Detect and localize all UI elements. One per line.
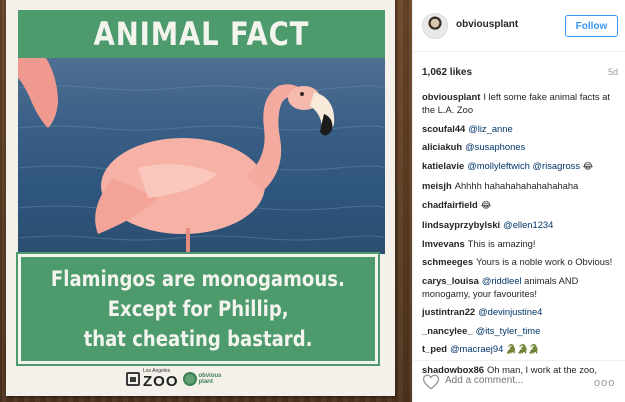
comment-mention[interactable]: @susaphones	[465, 141, 525, 152]
comment-item: lmvevans This is amazing!	[422, 237, 620, 250]
add-comment-input[interactable]	[445, 375, 585, 386]
comment-mention[interactable]: @its_tyler_time	[476, 325, 541, 336]
comment-item: justintran22 @devinjustine4	[422, 305, 620, 318]
plant-icon	[182, 372, 197, 386]
comment-user[interactable]: t_ped	[422, 343, 447, 354]
comment-item: chadfairfield 😂	[422, 198, 620, 213]
comment-item: obviousplant I left some fake animal fact…	[422, 90, 620, 116]
comment-mention[interactable]: @macraej94	[450, 343, 503, 354]
comment-text: This is amazing!	[467, 237, 536, 249]
zoo-logo-text: ZOO	[143, 373, 179, 390]
heart-icon[interactable]	[422, 373, 440, 391]
post-header: obviousplant Follow	[413, 0, 625, 52]
comment-item: t_ped @macraej94 🐊🐊🐊	[422, 342, 620, 357]
comment-user[interactable]: lmvevans	[422, 238, 465, 249]
post-age[interactable]: 5d	[608, 67, 618, 77]
sign-header: ANIMAL FACT	[18, 10, 385, 58]
obvious-plant-logo: obvious plant	[182, 372, 222, 386]
comment-user[interactable]: aliciakuh	[422, 141, 462, 152]
animal-fact-sign: ANIMAL FACT Flamingos are monogamous. Ex…	[6, 0, 395, 396]
comment-item: lindsayprzybylski @ellen1234	[422, 218, 620, 231]
comment-user[interactable]: lindsayprzybylski	[422, 219, 500, 230]
op-logo-line-2: plant	[198, 379, 213, 385]
fact-line-1: Flamingos are monogamous.	[51, 267, 345, 291]
likes-count[interactable]: 1,062 likes	[422, 67, 472, 78]
comment-mention[interactable]: @liz_anne	[468, 123, 512, 134]
comment-user[interactable]: katielavie	[422, 160, 464, 171]
la-zoo-logo: Los Angeles ZOO	[126, 368, 179, 390]
comment-user[interactable]: schmeeges	[422, 256, 473, 267]
comment-user[interactable]: carys_louisa	[422, 275, 479, 286]
fact-line-3: that cheating bastard.	[83, 327, 313, 351]
comment-mention[interactable]: @ellen1234	[503, 219, 553, 230]
laughing-emoji-icon: 😂	[480, 200, 492, 211]
comment-user[interactable]: _nancylee_	[422, 325, 473, 336]
post-panel: obviousplant Follow 1,062 likes 5d obvio…	[412, 0, 625, 402]
avatar[interactable]	[422, 13, 448, 39]
comment-user[interactable]: scoufal44	[422, 123, 465, 134]
comment-item: katielavie @mollyleftwich @risagross 😂	[422, 159, 620, 174]
comment-item: scoufal44 @liz_anne	[422, 122, 620, 135]
flamingo-illustration	[18, 58, 385, 254]
comment-mention[interactable]: @devinjustine4	[478, 306, 542, 317]
add-comment-bar: ooo	[413, 360, 625, 402]
post-username[interactable]: obviousplant	[456, 19, 518, 30]
comment-user[interactable]: chadfairfield	[422, 199, 478, 210]
comment-list: obviousplant I left some fake animal fact…	[422, 90, 620, 381]
comment-item: carys_louisa @riddleel animals AND monoga…	[422, 274, 620, 300]
sign-logos: Los Angeles ZOO obvious plant	[126, 366, 256, 392]
comment-text: Ahhhh hahahahahahahahaha	[454, 180, 579, 191]
comment-item: _nancylee_ @its_tyler_time	[422, 324, 620, 337]
flamingo-scene	[18, 58, 385, 254]
comment-user[interactable]: meisjh	[422, 180, 452, 191]
comment-item: meisjh Ahhhh hahahahahahahahaha	[422, 179, 620, 192]
fact-text-box: Flamingos are monogamous. Except for Phi…	[16, 252, 380, 366]
laughing-emoji-icon: 😂	[582, 161, 594, 172]
fact-line-2: Except for Phillip,	[107, 297, 289, 321]
comment-text: Yours is a noble work o Obvious!	[476, 256, 613, 267]
comment-user[interactable]: justintran22	[422, 306, 475, 317]
post-photo[interactable]: ANIMAL FACT Flamingos are monogamous. Ex…	[0, 0, 412, 402]
comment-mention[interactable]: @riddleel	[482, 275, 522, 286]
comment-item: schmeeges Yours is a noble work o Obvious…	[422, 255, 620, 268]
comment-item: aliciakuh @susaphones	[422, 140, 620, 153]
post-meta: 1,062 likes 5d	[422, 65, 618, 79]
follow-button[interactable]: Follow	[565, 15, 618, 37]
more-options-icon[interactable]: ooo	[594, 377, 615, 389]
comment-user[interactable]: obviousplant	[422, 91, 480, 102]
crocodile-emoji-icon: 🐊🐊🐊	[505, 345, 540, 355]
comment-mention[interactable]: @mollyleftwich @risagross	[467, 160, 580, 171]
sign-header-text: ANIMAL FACT	[93, 15, 310, 53]
zoo-mark-icon	[126, 372, 140, 386]
